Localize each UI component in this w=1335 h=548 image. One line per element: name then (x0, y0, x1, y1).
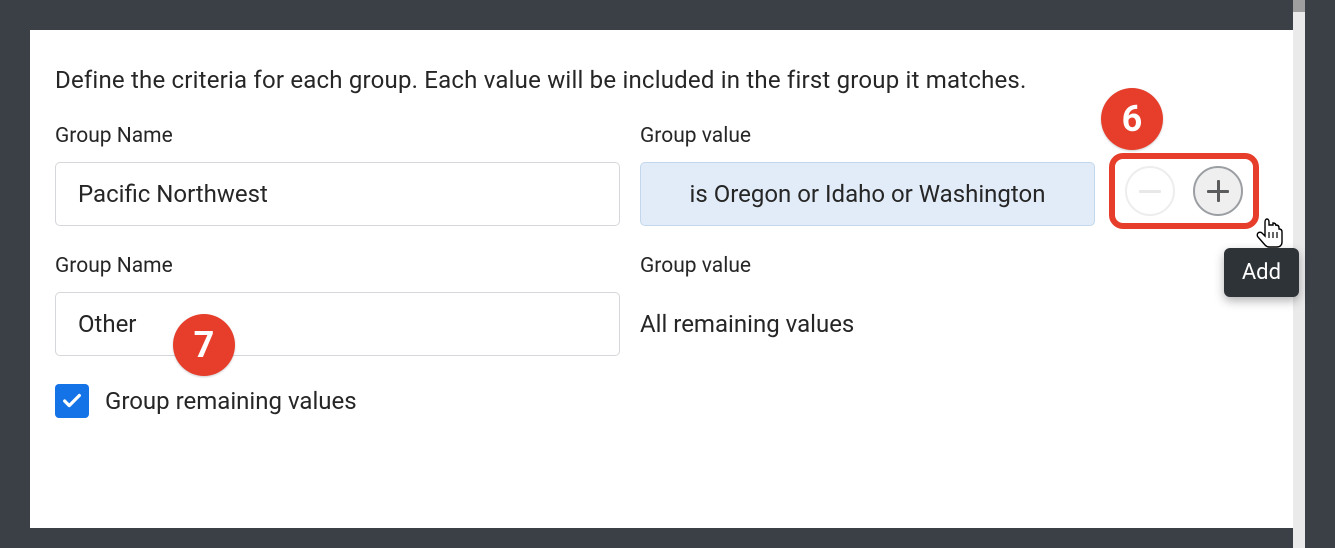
callout-badge-7: 7 (173, 314, 235, 376)
group-name-label: Group Name (55, 254, 620, 278)
group-remaining-checkbox[interactable] (55, 384, 89, 418)
remove-group-button[interactable] (1125, 166, 1175, 216)
group-value-input[interactable]: is Oregon or Idaho or Washington (640, 162, 1095, 226)
remaining-values-row: Group remaining values (55, 384, 1253, 418)
group-value-text: is Oregon or Idaho or Washington (690, 180, 1046, 208)
group-value-column: Group value is Oregon or Idaho or Washin… (640, 124, 1095, 226)
group-value-text: All remaining values (640, 310, 854, 338)
group-value-static: All remaining values (640, 292, 1253, 356)
group-name-input[interactable]: Other (55, 292, 620, 356)
group-name-input[interactable]: Pacific Northwest (55, 162, 620, 226)
add-group-button[interactable] (1193, 166, 1243, 216)
scrollbar-thumb[interactable] (1293, 0, 1305, 12)
group-name-column: Group Name Other (55, 254, 620, 356)
check-icon (61, 390, 83, 412)
plus-icon-v (1217, 180, 1220, 202)
group-row-1: Group Name Pacific Northwest Group value… (55, 124, 1253, 226)
group-value-column: Group value All remaining values (640, 254, 1253, 356)
group-value-label: Group value (640, 254, 1253, 278)
instruction-text: Define the criteria for each group. Each… (55, 66, 1253, 94)
callout-badge-6: 6 (1101, 88, 1163, 150)
group-name-column: Group Name Pacific Northwest (55, 124, 620, 226)
add-tooltip: Add (1224, 248, 1299, 297)
group-name-value: Other (78, 310, 136, 338)
row-actions (1115, 159, 1253, 223)
minus-icon (1139, 190, 1161, 193)
group-value-label: Group value (640, 124, 1095, 148)
group-name-value: Pacific Northwest (78, 180, 268, 208)
group-name-label: Group Name (55, 124, 620, 148)
checkbox-label: Group remaining values (105, 387, 357, 415)
